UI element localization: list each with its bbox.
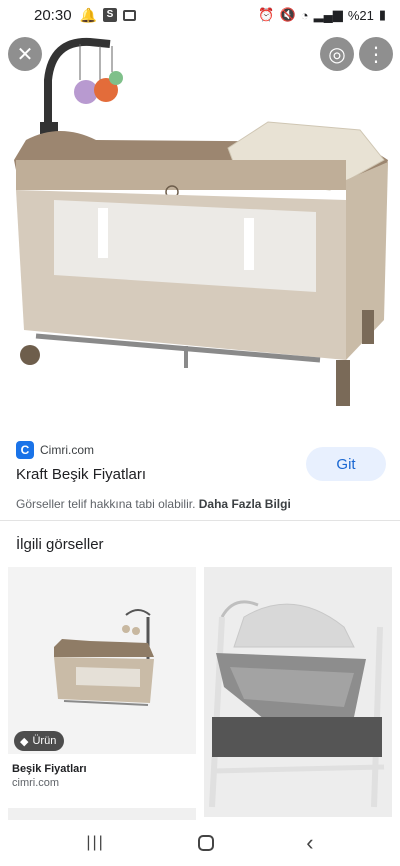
app-s-icon: S [102, 8, 117, 22]
copyright-text: Görseller telif hakkına tabi olabilir. [16, 497, 196, 511]
related-image-card-partial[interactable] [8, 808, 196, 820]
status-bar: 20:30 🔔 S ⏰ 🔇 ◔ ▂▄▆ %21 ▮ [0, 0, 400, 30]
recent-apps-icon[interactable]: ||| [86, 834, 104, 852]
image-icon [122, 9, 136, 21]
card-title[interactable]: Beşik Fiyatları [12, 763, 87, 775]
status-time: 20:30 [34, 6, 72, 24]
related-image-thumbnail[interactable]: ◆ Ürün [8, 567, 196, 754]
hero-image[interactable]: ✕ ◎ ⋮ [0, 30, 400, 422]
system-navigation-bar: ||| ‹ [0, 820, 400, 866]
wifi-icon: ◔ [300, 7, 309, 23]
status-notification-icons: 🔔 S [80, 7, 136, 24]
copyright-notice: Görseller telif hakkına tabi olabilir. D… [16, 497, 291, 511]
battery-level: %21 [347, 7, 374, 23]
visit-button[interactable]: Git [306, 447, 386, 481]
card-source: cimri.com [12, 777, 60, 789]
crib-thumbnail-illustration [54, 609, 154, 706]
tag-icon: ◆ [20, 735, 29, 748]
related-image-card[interactable]: ◆ Ürün Beşik Fiyatları cimri.com [8, 567, 196, 807]
related-image-card[interactable] [204, 567, 392, 817]
related-images-heading: İlgili görseller [16, 536, 104, 553]
home-icon[interactable] [197, 835, 214, 851]
more-options-button[interactable]: ⋮ [359, 37, 393, 71]
source-name: Cimri.com [40, 443, 94, 457]
battery-icon: ▮ [378, 7, 386, 22]
cimri-favicon-icon: C [16, 441, 34, 459]
status-system-icons: ⏰ 🔇 ◔ ▂▄▆ %21 ▮ [258, 7, 386, 23]
crib-illustration [14, 37, 388, 406]
back-icon[interactable]: ‹ [306, 830, 313, 856]
section-divider [0, 520, 400, 521]
close-icon: ✕ [16, 43, 34, 66]
badge-label: Ürün [32, 735, 57, 747]
signal-icon: ▂▄▆ [313, 7, 343, 22]
result-source[interactable]: C Cimri.com [16, 441, 94, 459]
more-info-link[interactable]: Daha Fazla Bilgi [199, 497, 291, 511]
result-title[interactable]: Kraft Beşik Fiyatları [16, 466, 146, 483]
close-button[interactable]: ✕ [8, 37, 42, 71]
mute-icon: 🔇 [279, 7, 296, 22]
related-image-thumbnail[interactable] [204, 567, 392, 817]
product-badge: ◆ Ürün [14, 731, 65, 751]
alarm-icon: ⏰ [258, 7, 275, 22]
bassinet-thumbnail-illustration [204, 567, 392, 817]
more-vert-icon: ⋮ [366, 43, 386, 66]
bell-icon: 🔔 [79, 6, 97, 23]
lens-icon: ◎ [328, 43, 346, 66]
lens-button[interactable]: ◎ [320, 37, 354, 71]
